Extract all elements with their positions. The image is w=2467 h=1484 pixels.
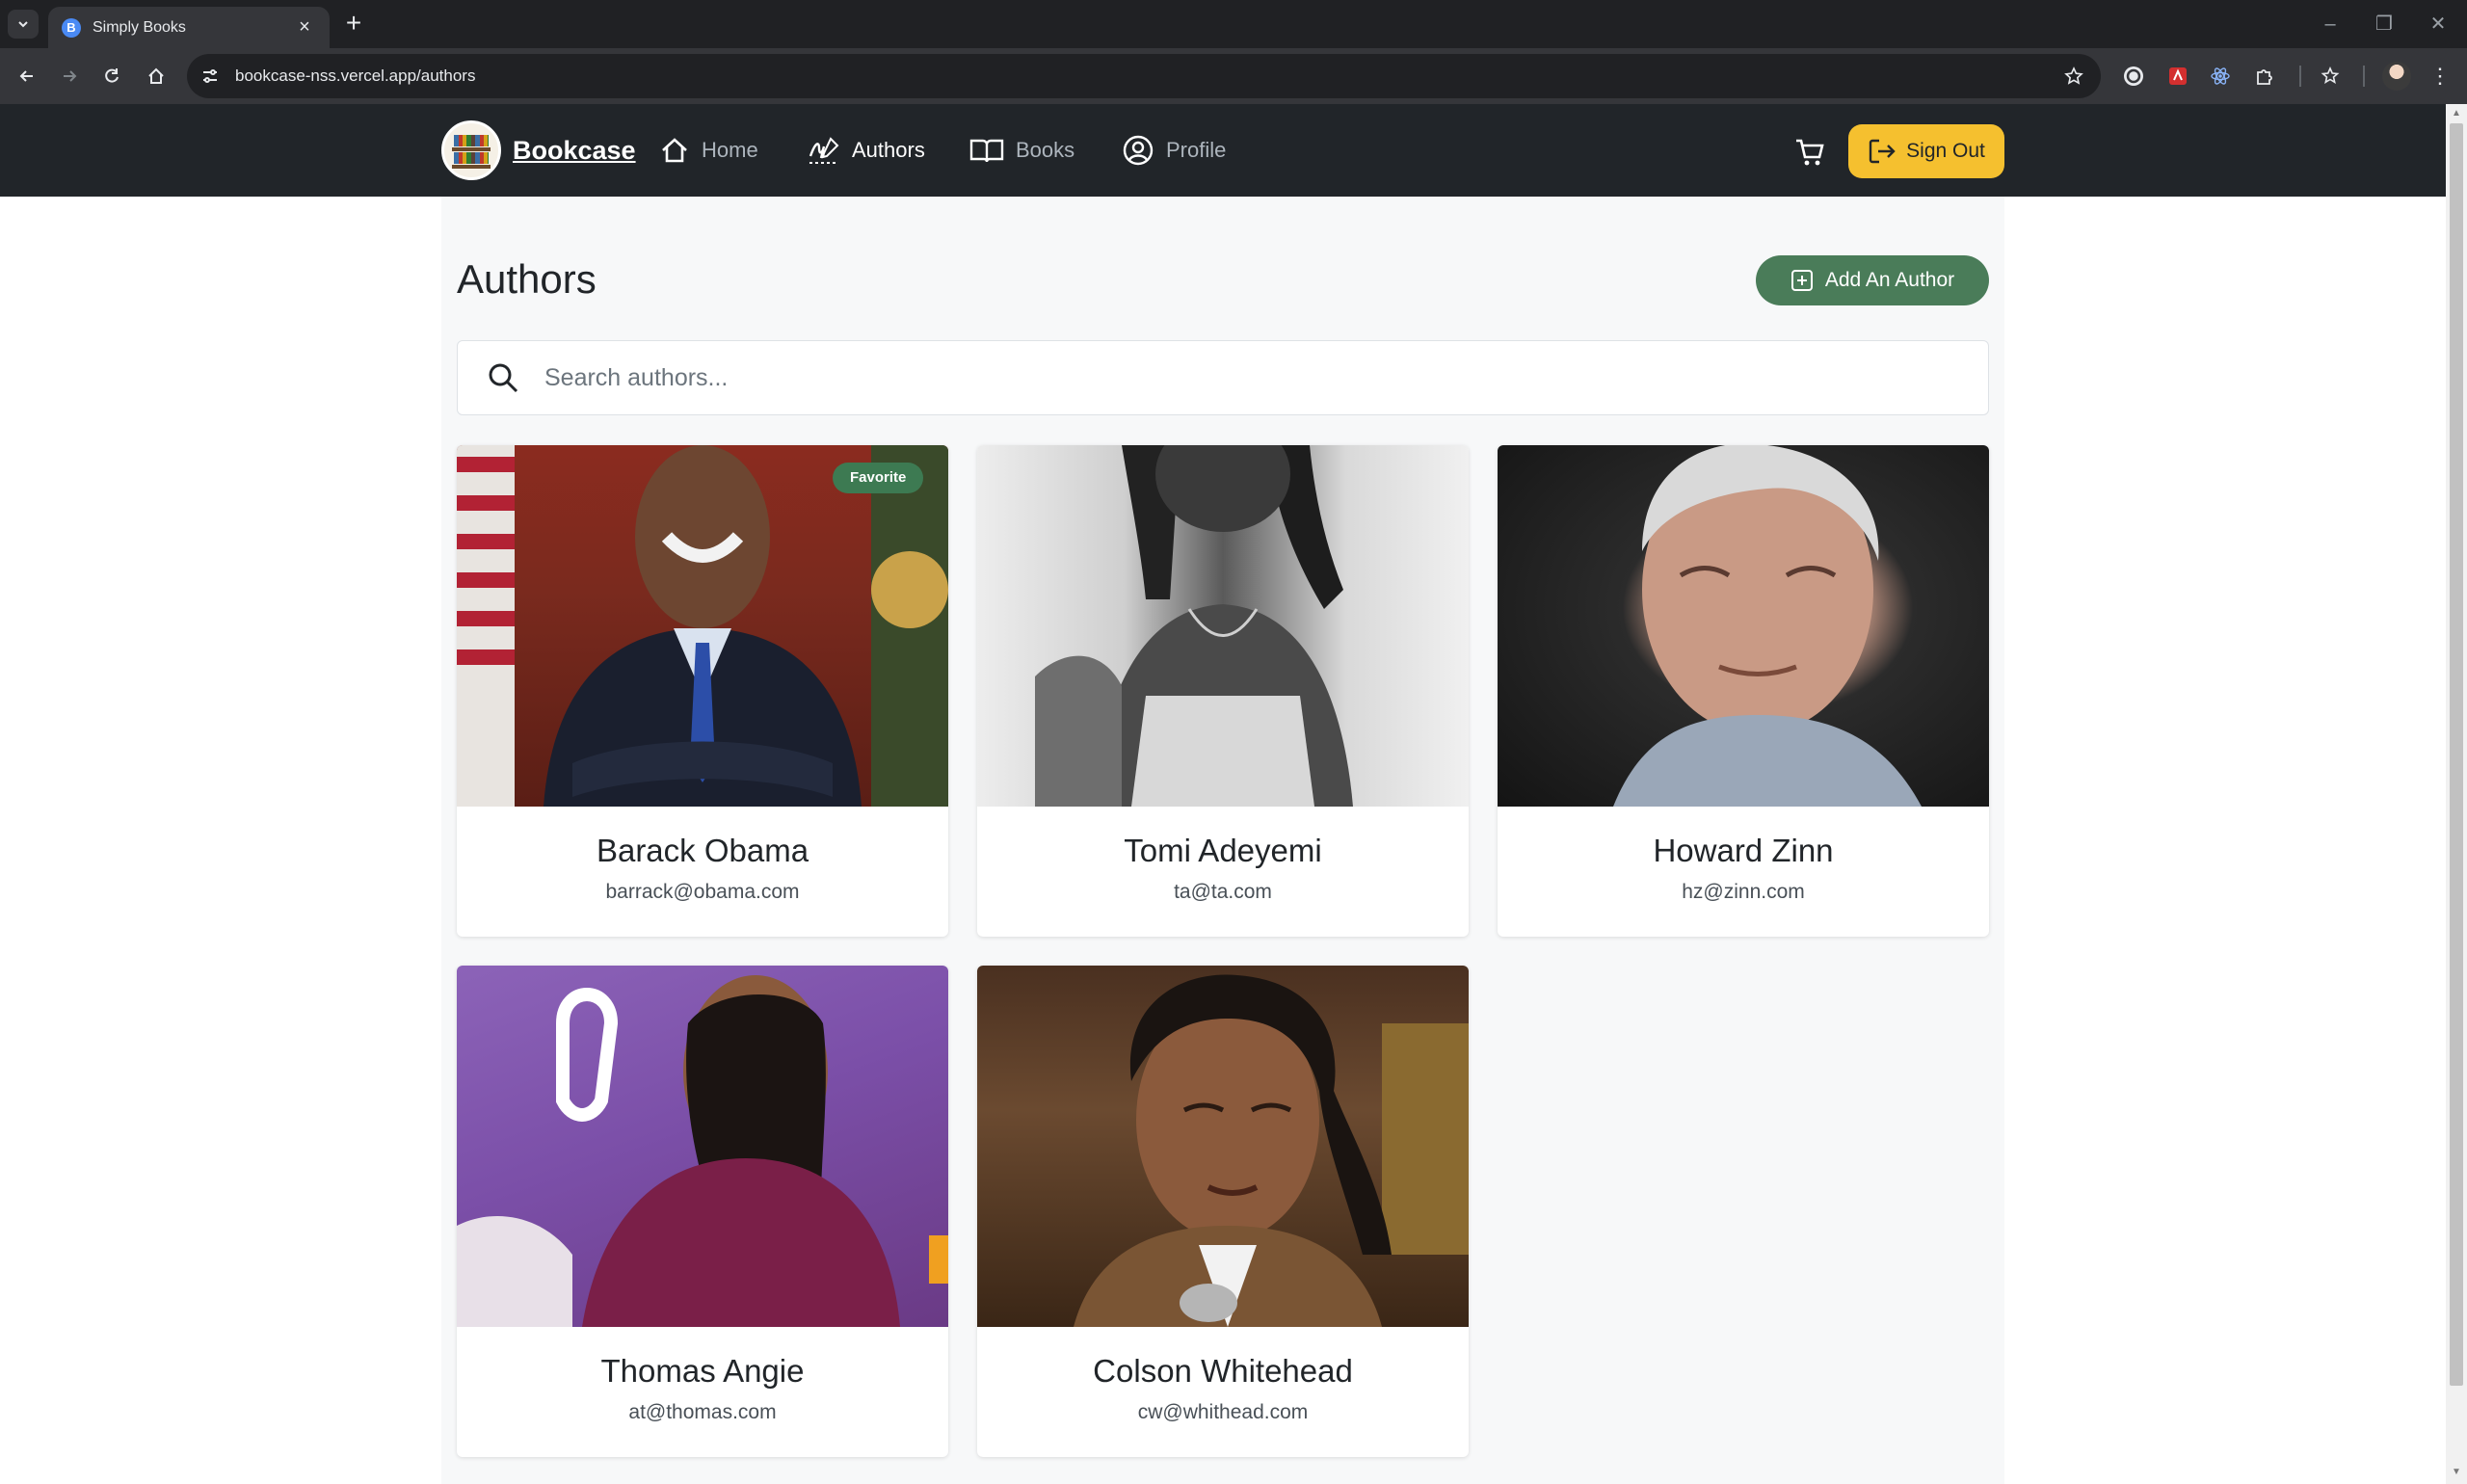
page-viewport: Bookcase Home Authors Books Profile Sign… <box>0 104 2467 1484</box>
reload-button[interactable] <box>96 61 127 92</box>
tune-icon <box>203 69 217 83</box>
site-info-button[interactable] <box>195 61 225 92</box>
author-card[interactable]: Favorite Barack Obama barrack@obama.com <box>457 445 948 937</box>
page-scrollbar[interactable]: ▲ ▼ <box>2446 104 2467 1484</box>
scroll-up-arrow[interactable]: ▲ <box>2451 108 2462 119</box>
brand-name: Bookcase <box>513 135 636 165</box>
star-icon <box>2064 66 2083 85</box>
nav-link-home[interactable]: Home <box>659 129 758 172</box>
home-icon <box>662 138 687 163</box>
sign-out-button[interactable]: Sign Out <box>1848 124 2004 178</box>
page-title: Authors <box>457 256 597 302</box>
nav-link-books[interactable]: Books <box>969 129 1074 172</box>
address-bar[interactable]: bookcase-nss.vercel.app/authors <box>187 54 2101 98</box>
open-book-icon <box>969 139 1004 163</box>
scroll-down-arrow[interactable]: ▼ <box>2451 1467 2462 1478</box>
back-button[interactable] <box>12 61 42 92</box>
puzzle-icon <box>2257 69 2272 85</box>
home-button[interactable] <box>141 61 172 92</box>
signature-icon <box>809 137 839 164</box>
forward-button[interactable] <box>54 61 85 92</box>
author-name: Tomi Adeyemi <box>1124 833 1322 868</box>
search-icon <box>489 363 518 393</box>
nav-link-profile[interactable]: Profile <box>1122 129 1226 172</box>
author-card[interactable]: Thomas Angie at@thomas.com <box>457 966 948 1457</box>
nav-label-home: Home <box>702 138 758 162</box>
nav-link-authors[interactable]: Authors <box>808 129 925 172</box>
react-icon <box>2211 67 2230 85</box>
user-circle-icon <box>1123 135 1154 166</box>
portrait-illustration <box>457 445 948 807</box>
grammarly-icon <box>2124 66 2143 86</box>
bookcase-logo <box>441 120 501 180</box>
profile-avatar[interactable] <box>2382 62 2411 91</box>
bookmark-button[interactable] <box>2055 57 2093 95</box>
favicon-icon: B <box>62 17 81 38</box>
portrait-illustration <box>1613 445 1922 807</box>
author-email: at@thomas.com <box>628 1401 777 1423</box>
reload-icon <box>105 68 119 83</box>
browser-tab-active[interactable]: B Simply Books × <box>48 7 330 48</box>
author-name: Barack Obama <box>596 833 809 868</box>
new-tab-button[interactable]: + <box>339 10 368 39</box>
nav-label-authors: Authors <box>852 138 925 162</box>
browser-menu-button[interactable]: ⋮ <box>2428 62 2452 91</box>
portrait-illustration <box>1035 445 1353 807</box>
nav-label-books: Books <box>1016 138 1075 162</box>
chevron-down-icon <box>18 21 28 28</box>
author-name: Thomas Angie <box>600 1353 805 1389</box>
toolbar-separator <box>2299 66 2301 87</box>
favorite-badge: Favorite <box>833 463 924 493</box>
scrollbar-thumb[interactable] <box>2450 123 2463 1386</box>
portrait-illustration <box>1074 974 1469 1327</box>
browser-tabstrip: B Simply Books × + – ❐ ✕ <box>0 0 2467 48</box>
restore-button[interactable]: ❐ <box>2365 8 2403 40</box>
author-photo <box>977 445 1469 807</box>
author-photo <box>1498 445 1989 807</box>
author-name: Howard Zinn <box>1653 833 1834 868</box>
home-icon <box>148 67 164 84</box>
sign-out-icon <box>1869 139 1896 164</box>
bookmarks-button[interactable] <box>2317 63 2344 90</box>
react-devtools-extension[interactable] <box>2207 63 2234 90</box>
search-bar <box>457 340 1989 415</box>
author-name: Colson Whitehead <box>1093 1353 1353 1389</box>
browser-toolbar: bookcase-nss.vercel.app/authors ⋮ <box>0 48 2467 104</box>
star-list-icon <box>2321 66 2340 84</box>
author-photo <box>977 966 1469 1327</box>
grammarly-extension[interactable] <box>2120 63 2147 90</box>
author-email: cw@whithead.com <box>1137 1401 1309 1423</box>
author-email: ta@ta.com <box>1174 881 1272 903</box>
search-input[interactable] <box>544 363 1894 392</box>
tab-title: Simply Books <box>93 18 186 36</box>
portrait-illustration <box>457 975 948 1327</box>
nav-label-profile: Profile <box>1166 138 1227 162</box>
sign-out-label: Sign Out <box>1906 140 1985 162</box>
tab-search-button[interactable] <box>8 10 39 39</box>
author-card[interactable]: Tomi Adeyemi ta@ta.com <box>977 445 1469 937</box>
close-tab-icon[interactable]: × <box>293 16 316 39</box>
close-window-button[interactable]: ✕ <box>2419 8 2457 40</box>
app-navbar: Bookcase Home Authors Books Profile Sign… <box>0 104 2446 197</box>
toolbar-separator <box>2363 66 2365 87</box>
author-card[interactable]: Howard Zinn hz@zinn.com <box>1498 445 1989 937</box>
author-photo: Favorite <box>457 445 948 807</box>
add-author-label: Add An Author <box>1824 269 1955 291</box>
url-text[interactable]: bookcase-nss.vercel.app/authors <box>235 66 2055 86</box>
author-email: barrack@obama.com <box>605 881 800 903</box>
pdf-extension[interactable] <box>2164 63 2191 90</box>
add-author-button[interactable]: Add An Author <box>1756 255 1989 305</box>
arrow-left-icon <box>19 70 33 82</box>
minimize-button[interactable]: – <box>2311 8 2349 40</box>
pdf-icon <box>2169 67 2187 85</box>
author-photo <box>457 966 948 1327</box>
author-card[interactable]: Colson Whitehead cw@whithead.com <box>977 966 1469 1457</box>
extensions-button[interactable] <box>2251 63 2278 90</box>
author-email: hz@zinn.com <box>1682 881 1805 903</box>
plus-square-icon <box>1791 270 1813 291</box>
shopping-cart-icon[interactable] <box>1794 137 1825 168</box>
brand-link[interactable]: Bookcase <box>441 120 636 180</box>
arrow-right-icon <box>64 70 77 82</box>
authors-page-container: Authors Add An Author Search authors... … <box>441 197 2004 1484</box>
